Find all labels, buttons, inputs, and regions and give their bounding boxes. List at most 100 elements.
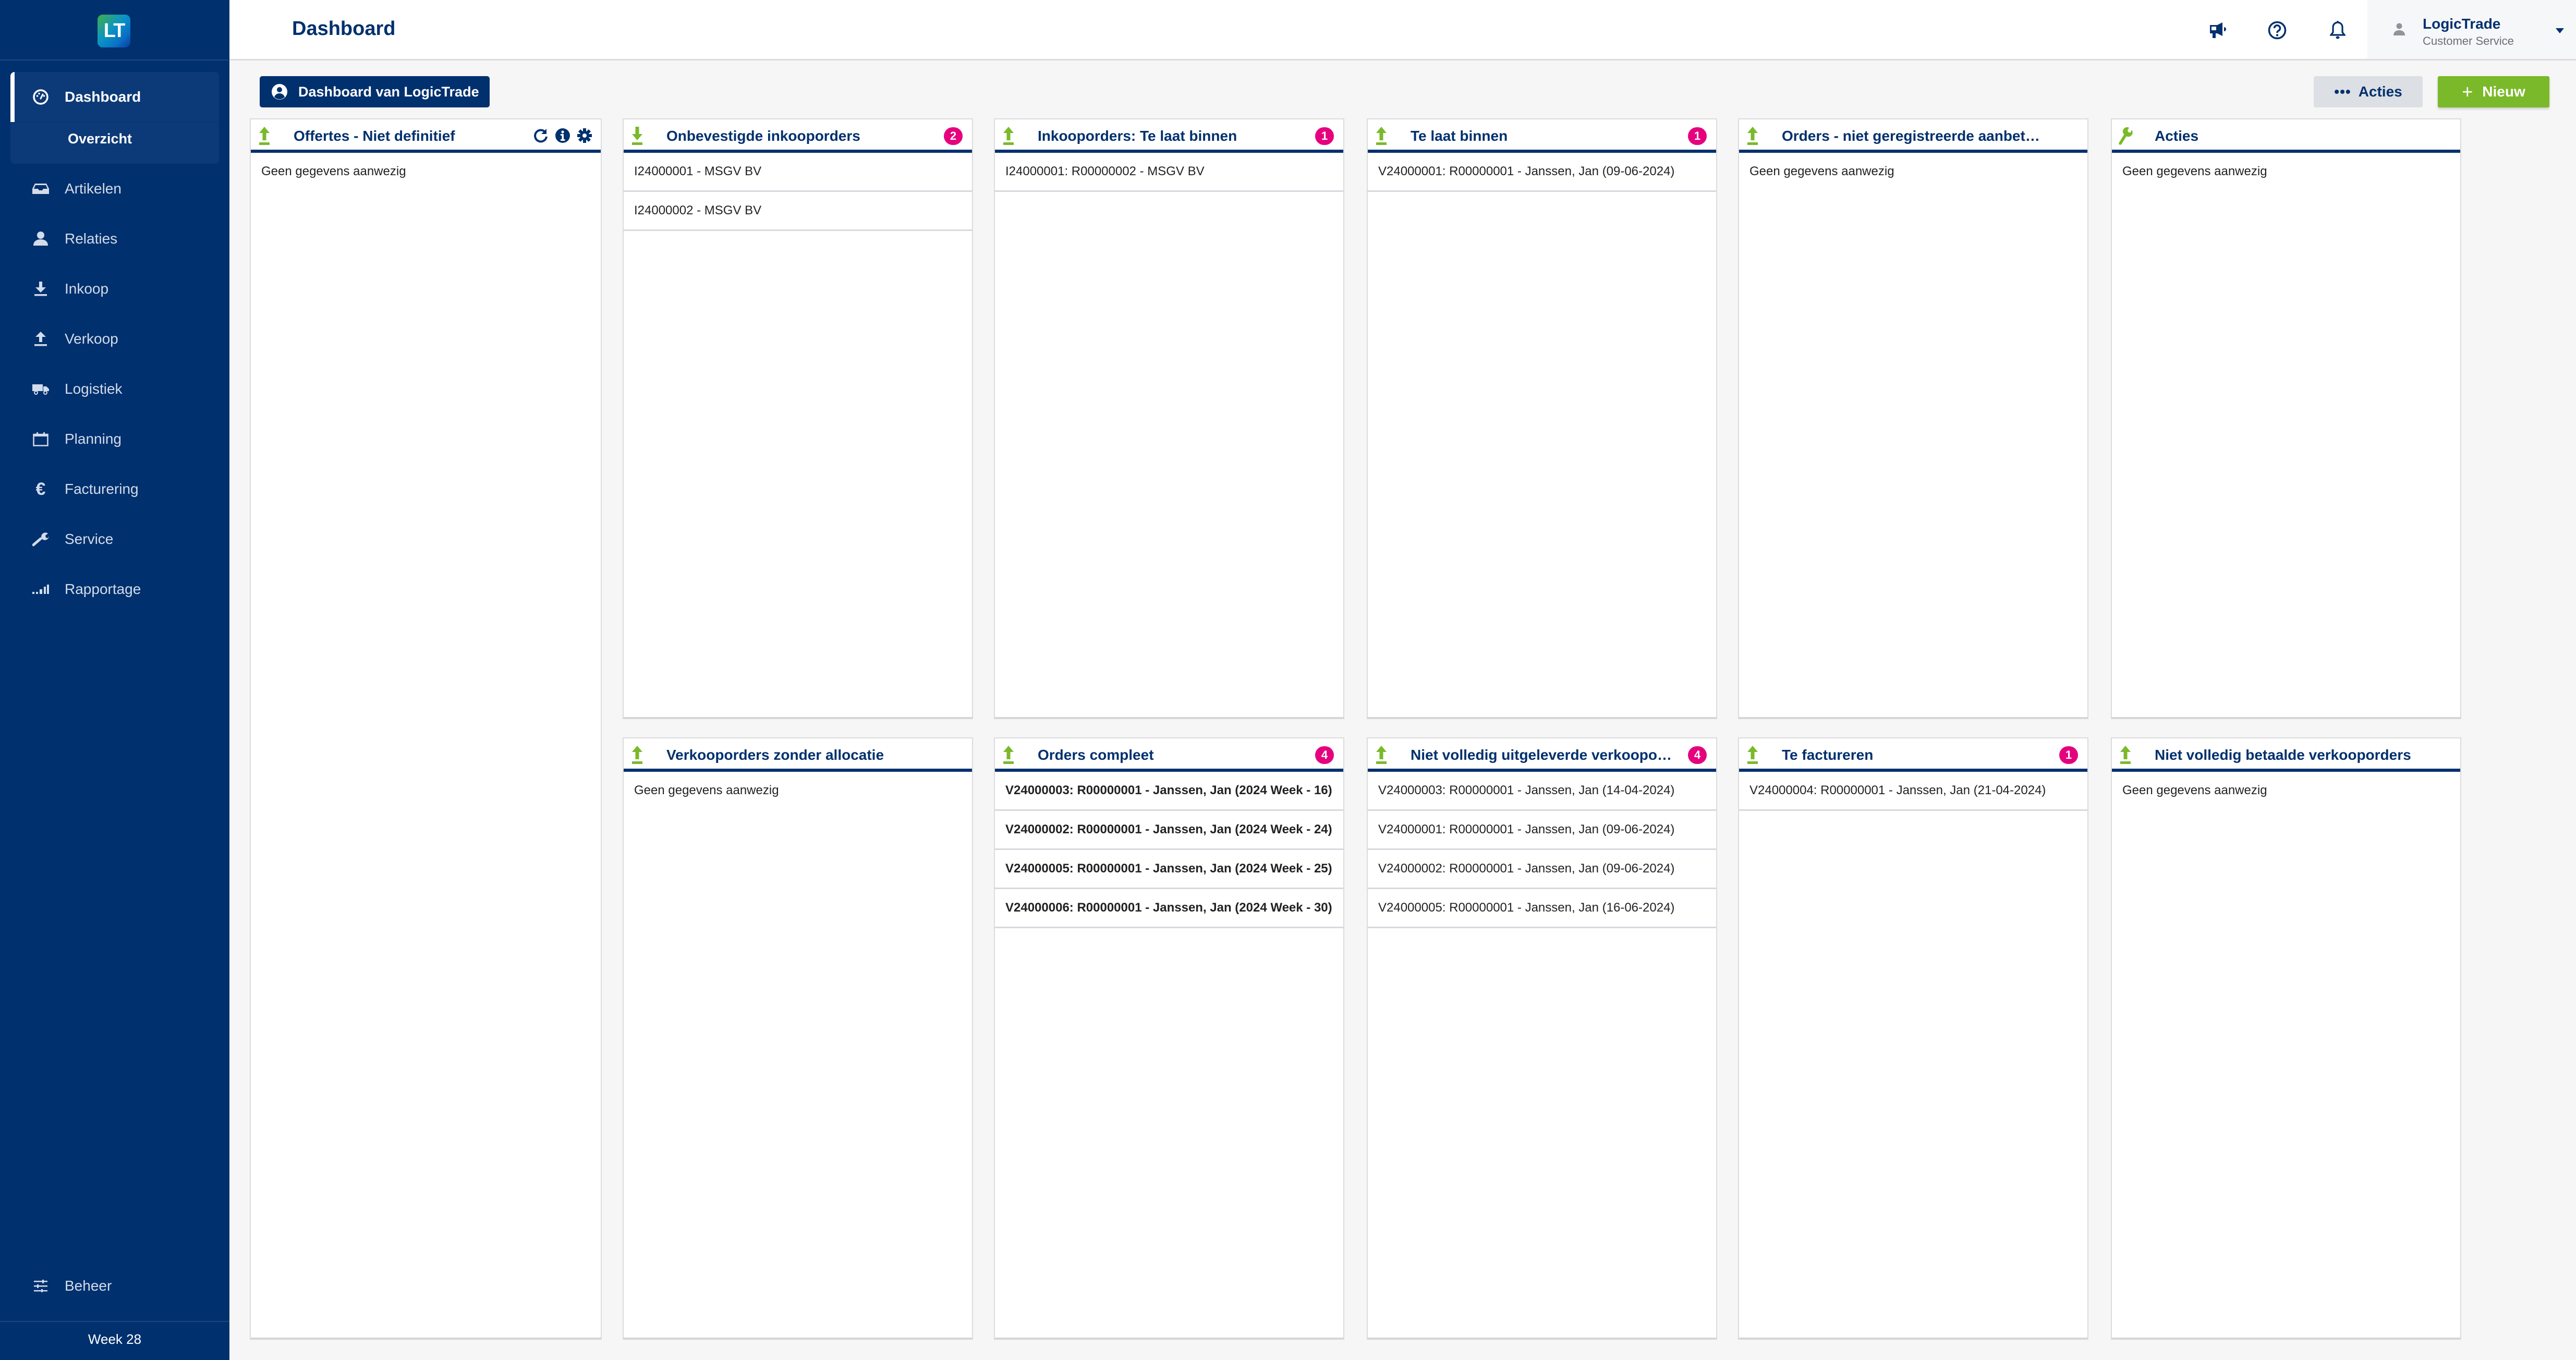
widget-inkooporders-te-laat-binnen: Inkooporders: Te laat binnen 1 I24000001: …: [994, 118, 1344, 719]
avatar-icon: [2393, 23, 2405, 38]
plus-icon: +: [2462, 81, 2473, 102]
widget-title[interactable]: Inkooporders: Te laat binnen: [1038, 128, 1302, 144]
widget-header: Orders - niet geregistreerde aanbetaling…: [1739, 119, 2087, 153]
list-item[interactable]: V24000001: R00000001 - Janssen, Jan (09-…: [1368, 153, 1716, 192]
widget-header: Orders compleet 4: [995, 738, 1343, 772]
list-item[interactable]: I24000001: R00000002 - MSGV BV: [995, 153, 1343, 192]
topbar: Dashboard LogicTrade Customer Service: [229, 0, 2576, 60]
widget-title[interactable]: Niet volledig uitgeleverde verkooporders: [1411, 747, 1674, 763]
widget-title[interactable]: Te laat binnen: [1411, 128, 1674, 144]
calendar-icon: [32, 431, 49, 447]
list-item[interactable]: V24000003: R00000001 - Janssen, Jan (14-…: [1368, 772, 1716, 811]
sidebar-item-label: Relaties: [65, 230, 118, 247]
dashboard-owner-button[interactable]: Dashboard van LogicTrade: [260, 76, 490, 107]
list-item[interactable]: V24000002: R00000001 - Janssen, Jan (202…: [995, 811, 1343, 850]
gear-icon[interactable]: [576, 127, 593, 144]
sidebar-item-verkoop[interactable]: Verkoop: [0, 318, 229, 360]
widget-title[interactable]: Orders - niet geregistreerde aanbetaling…: [1782, 128, 2046, 144]
empty-message: Geen gegevens aanwezig: [1749, 164, 1894, 178]
megaphone-icon[interactable]: [2207, 20, 2228, 41]
empty-message: Geen gegevens aanwezig: [2122, 164, 2267, 178]
refresh-icon[interactable]: [532, 127, 550, 144]
widget-header: Niet volledig betaalde verkooporders: [2112, 738, 2460, 772]
nieuw-label: Nieuw: [2482, 83, 2525, 100]
acties-label: Acties: [2358, 83, 2402, 100]
count-badge: 1: [1315, 127, 1334, 145]
list-item[interactable]: I24000001 - MSGV BV: [624, 153, 972, 192]
sidebar-item-facturering[interactable]: € Facturering: [0, 468, 229, 510]
widget-header: Niet volledig uitgeleverde verkooporders…: [1368, 738, 1716, 772]
list-item[interactable]: V24000004: R00000001 - Janssen, Jan (21-…: [1739, 772, 2087, 811]
help-circle-icon[interactable]: [2267, 20, 2288, 41]
sidebar-subitem-overzicht[interactable]: Overzicht: [68, 131, 132, 147]
sidebar-item-dashboard[interactable]: Dashboard: [0, 76, 229, 118]
widget-title[interactable]: Te factureren: [1782, 747, 2046, 763]
widget-title[interactable]: Acties: [2155, 128, 2419, 144]
empty-message: Geen gegevens aanwezig: [261, 164, 406, 178]
divider: [0, 1321, 229, 1322]
sidebar-item-rapportage[interactable]: Rapportage: [0, 568, 229, 610]
widget-title[interactable]: Niet volledig betaalde verkooporders: [2155, 747, 2419, 763]
logo[interactable]: LT: [98, 15, 130, 47]
widget-header: Onbevestigde inkooporders 2: [624, 119, 972, 153]
wrench-icon: [32, 531, 49, 548]
widget-header: Acties: [2112, 119, 2460, 153]
widget-body: I24000001: R00000002 - MSGV BV: [995, 153, 1343, 192]
list-item[interactable]: V24000005: R00000001 - Janssen, Jan (16-…: [1368, 889, 1716, 928]
info-icon[interactable]: [554, 127, 572, 144]
sidebar-item-label: Rapportage: [65, 581, 141, 597]
sidebar-item-inkoop[interactable]: Inkoop: [0, 268, 229, 310]
widget-niet-volledig-betaalde-verkooporders: Niet volledig betaalde verkooporders Geen…: [2111, 737, 2461, 1340]
sidebar-item-label: Dashboard: [65, 89, 141, 105]
list-item[interactable]: V24000003: R00000001 - Janssen, Jan (202…: [995, 772, 1343, 811]
widget-body: I24000001 - MSGV BV I24000002 - MSGV BV: [624, 153, 972, 231]
sidebar-item-beheer[interactable]: Beheer: [0, 1265, 229, 1307]
empty-message: Geen gegevens aanwezig: [634, 783, 779, 797]
dashboard-owner-label: Dashboard van LogicTrade: [298, 83, 479, 100]
signal-bars-icon: [32, 581, 49, 598]
count-badge: 2: [944, 127, 963, 145]
user-circle-icon: [271, 83, 288, 100]
sidebar-item-label: Inkoop: [65, 281, 109, 297]
widget-body: V24000001: R00000001 - Janssen, Jan (09-…: [1368, 153, 1716, 192]
count-badge: 4: [1315, 746, 1334, 764]
list-item[interactable]: V24000001: R00000001 - Janssen, Jan (09-…: [1368, 811, 1716, 850]
widget-header: Te laat binnen 1: [1368, 119, 1716, 153]
list-item[interactable]: V24000006: R00000001 - Janssen, Jan (202…: [995, 889, 1343, 928]
divider: [10, 122, 219, 123]
widget-body: Geen gegevens aanwezig: [2112, 772, 2460, 809]
widget-body: Geen gegevens aanwezig: [251, 153, 601, 190]
widget-header: Te factureren 1: [1739, 738, 2087, 772]
sidebar-item-planning[interactable]: Planning: [0, 418, 229, 460]
widget-offertes-niet-definitief: Offertes - Niet definitief Geen gegevens …: [250, 118, 602, 1340]
truck-icon: [32, 381, 49, 397]
widget-title[interactable]: Verkooporders zonder allocatie: [666, 747, 930, 763]
count-badge: 1: [2059, 746, 2078, 764]
widget-body: V24000003: R00000001 - Janssen, Jan (202…: [995, 772, 1343, 928]
bell-icon[interactable]: [2327, 20, 2348, 41]
upload-icon: [630, 746, 645, 764]
upload-icon: [2118, 746, 2133, 764]
widget-title[interactable]: Onbevestigde inkooporders: [666, 128, 930, 144]
euro-icon: €: [35, 479, 46, 499]
sidebar: LT Dashboard Overzicht Artikelen Relatie…: [0, 0, 229, 1360]
sidebar-item-service[interactable]: Service: [0, 518, 229, 560]
list-item[interactable]: V24000005: R00000001 - Janssen, Jan (202…: [995, 850, 1343, 889]
widget-title[interactable]: Orders compleet: [1038, 747, 1302, 763]
upload-icon: [1374, 127, 1389, 145]
download-icon: [32, 281, 49, 297]
widget-header: Verkooporders zonder allocatie: [624, 738, 972, 772]
sidebar-item-relaties[interactable]: Relaties: [0, 218, 229, 260]
wrench-icon: [2118, 127, 2133, 145]
sidebar-item-label: Facturering: [65, 481, 139, 497]
sidebar-item-artikelen[interactable]: Artikelen: [0, 168, 229, 210]
list-item[interactable]: I24000002 - MSGV BV: [624, 192, 972, 231]
nieuw-button[interactable]: + Nieuw: [2438, 76, 2549, 107]
acties-button[interactable]: ••• Acties: [2314, 76, 2423, 107]
user-menu[interactable]: LogicTrade Customer Service: [2367, 0, 2576, 59]
sidebar-item-logistiek[interactable]: Logistiek: [0, 368, 229, 410]
widget-title[interactable]: Offertes - Niet definitief: [294, 128, 523, 144]
sidebar-item-label: Verkoop: [65, 331, 118, 347]
list-item[interactable]: V24000002: R00000001 - Janssen, Jan (09-…: [1368, 850, 1716, 889]
upload-icon: [32, 331, 49, 347]
